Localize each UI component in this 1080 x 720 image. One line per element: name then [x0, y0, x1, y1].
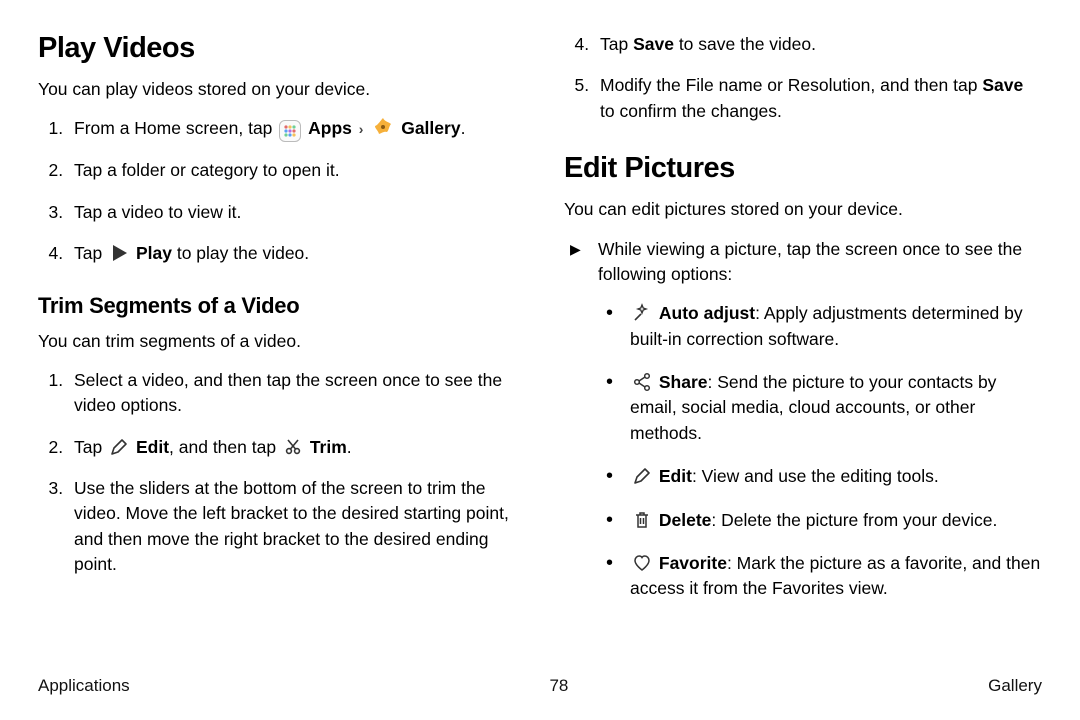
edit-label: Edit — [136, 437, 169, 457]
text: From a Home screen, tap — [74, 118, 272, 138]
trim-step-1: Select a video, and then tap the screen … — [68, 368, 516, 419]
gallery-label: Gallery — [401, 118, 460, 138]
step-3: Tap a video to view it. — [68, 200, 516, 225]
trim-intro: You can trim segments of a video. — [38, 329, 516, 354]
heading-play-videos: Play Videos — [38, 32, 516, 65]
scissors-icon — [283, 437, 303, 457]
text: : View and use the editing tools. — [692, 466, 939, 486]
play-icon — [109, 243, 129, 263]
trim-step-3: Use the sliders at the bottom of the scr… — [68, 476, 516, 578]
footer-page-number: 78 — [549, 676, 568, 696]
edit-pencil-icon — [632, 466, 652, 486]
page-footer: Applications 78 Gallery — [38, 676, 1042, 696]
step-2: Tap a folder or category to open it. — [68, 158, 516, 183]
share-icon — [632, 372, 652, 392]
play-label: Play — [136, 243, 172, 263]
play-videos-intro: You can play videos stored on your devic… — [38, 77, 516, 102]
left-column: Play Videos You can play videos stored o… — [38, 32, 516, 657]
trim-step-4: Tap Save to save the video. — [594, 32, 1042, 57]
save-label: Save — [982, 75, 1023, 95]
trim-steps-continued: Tap Save to save the video. Modify the F… — [564, 32, 1042, 124]
text: to save the video. — [674, 34, 816, 54]
edit-pencil-icon — [109, 437, 129, 457]
trim-label: Trim — [310, 437, 347, 457]
save-label: Save — [633, 34, 674, 54]
label: Share — [659, 372, 708, 392]
heart-icon — [632, 553, 652, 573]
option-auto-adjust: Auto adjust: Apply adjustments determine… — [624, 301, 1042, 352]
option-delete: Delete: Delete the picture from your dev… — [624, 508, 1042, 533]
chevron-right-icon: › — [359, 121, 364, 137]
right-column: Tap Save to save the video. Modify the F… — [564, 32, 1042, 657]
trash-icon — [632, 510, 652, 530]
text: to play the video. — [172, 243, 309, 263]
text: , and then tap — [169, 437, 276, 457]
heading-edit-pictures: Edit Pictures — [564, 152, 1042, 185]
edit-options-list: Auto adjust: Apply adjustments determine… — [564, 301, 1042, 601]
text: Tap — [74, 243, 102, 263]
gallery-icon — [372, 116, 394, 138]
arrow-instruction: While viewing a picture, tap the screen … — [564, 237, 1042, 288]
apps-icon — [279, 120, 301, 142]
trim-step-5: Modify the File name or Resolution, and … — [594, 73, 1042, 124]
play-videos-steps: From a Home screen, tap Apps › — [38, 116, 516, 266]
label: Favorite — [659, 553, 727, 573]
edit-pictures-intro: You can edit pictures stored on your dev… — [564, 197, 1042, 222]
wand-icon — [632, 303, 652, 323]
label: Auto adjust — [659, 303, 755, 323]
text: Modify the File name or Resolution, and … — [600, 75, 982, 95]
label: Delete — [659, 510, 712, 530]
trim-step-2: Tap Edit, and then tap Trim. — [68, 435, 516, 460]
text: Tap — [600, 34, 633, 54]
text: Tap — [74, 437, 102, 457]
step-1: From a Home screen, tap Apps › — [68, 116, 516, 142]
option-edit: Edit: View and use the editing tools. — [624, 464, 1042, 489]
step-4: Tap Play to play the video. — [68, 241, 516, 266]
heading-trim: Trim Segments of a Video — [38, 293, 516, 319]
trim-steps: Select a video, and then tap the screen … — [38, 368, 516, 578]
option-share: Share: Send the picture to your contacts… — [624, 370, 1042, 446]
footer-right: Gallery — [988, 676, 1042, 696]
label: Edit — [659, 466, 692, 486]
option-favorite: Favorite: Mark the picture as a favorite… — [624, 551, 1042, 602]
text: to confirm the changes. — [600, 101, 782, 121]
apps-label: Apps — [308, 118, 352, 138]
text: : Delete the picture from your device. — [711, 510, 997, 530]
footer-left: Applications — [38, 676, 130, 696]
